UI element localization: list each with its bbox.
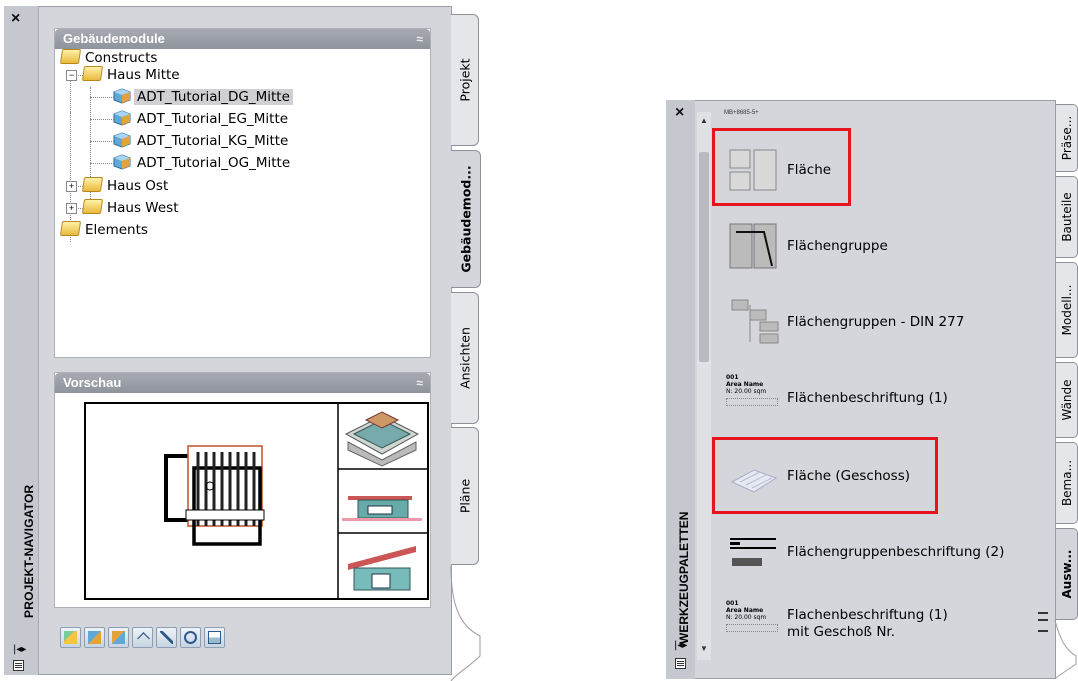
tree-item-eg-mitte[interactable]: ADT_Tutorial_EG_Mitte (113, 109, 291, 129)
area-tag-icon: 001 Area Name N: 20.00 sqm (726, 374, 782, 422)
module-cube-icon (113, 110, 131, 126)
module-cube-icon (113, 132, 131, 148)
modules-header-label: Gebäudemodule (63, 31, 165, 46)
tab-praesentation[interactable]: Präse... (1056, 104, 1078, 172)
palette-title-strip[interactable]: × WERKZEUGPALETTEN |◂▸ (666, 100, 695, 679)
tab-waende[interactable]: Wände (1056, 362, 1078, 438)
select-icon (160, 631, 173, 644)
repath-icon (208, 631, 221, 644)
tree-item-kg-mitte[interactable]: ADT_Tutorial_KG_Mitte (113, 131, 291, 151)
highlight-box-flaeche (712, 128, 851, 206)
navigator-title: PROJEKT-NAVIGATOR (22, 484, 36, 618)
properties-menu-icon[interactable] (13, 660, 24, 671)
tool-item-flaechenbeschriftung[interactable]: 001 Area Name N: 20.00 sqm Flächenbeschr… (724, 370, 1044, 426)
tree-item-haus-mitte[interactable]: Haus Mitte (81, 65, 180, 85)
tab-bauteile[interactable]: Bauteile (1056, 176, 1078, 258)
properties-menu-icon[interactable] (675, 658, 686, 669)
module-cube-icon (113, 154, 131, 170)
tab-gebaeudemodule[interactable]: Gebäudemod... (451, 150, 481, 288)
highlight-box-flaeche-geschoss (712, 437, 938, 514)
panel-corner-edge (450, 566, 481, 681)
tool-item-flaechengruppenbeschriftung[interactable]: Flächengruppenbeschriftung (2) (724, 524, 1044, 580)
module-properties-button[interactable] (108, 627, 129, 648)
refresh-button[interactable] (180, 627, 201, 648)
tab-auswertung[interactable]: Ausw... (1056, 528, 1078, 620)
tool-item-flaechengruppe[interactable]: Flächengruppe (724, 218, 1044, 274)
tab-bemassung[interactable]: Bema... (1056, 442, 1078, 524)
preview-header[interactable]: Vorschau ≈ (55, 373, 430, 393)
area-group-tag-icon (730, 538, 776, 566)
copy-module-icon (88, 631, 101, 644)
navigator-title-strip[interactable]: × PROJEKT-NAVIGATOR |◂▸ (4, 6, 39, 675)
scroll-down-icon[interactable]: ▼ (699, 644, 709, 654)
module-properties-icon (112, 631, 125, 644)
tab-plaene[interactable]: Pläne (451, 427, 479, 565)
tool-item-flaechengruppen-din[interactable]: Flächengruppen - DIN 277 (724, 294, 1044, 350)
collapse-node-icon[interactable]: − (66, 70, 77, 81)
tree-item-haus-west[interactable]: Haus West (81, 198, 179, 218)
tool-item-label: Flachenbeschriftung (1) mit Geschoß Nr. (787, 607, 948, 640)
module-cube-icon (113, 88, 131, 104)
tool-palettes-panel: × WERKZEUGPALETTEN |◂▸ ▲ ▼ MB+8685-5+ Fl… (666, 100, 1078, 679)
tab-ansichten[interactable]: Ansichten (451, 292, 479, 424)
scroll-thumb[interactable] (699, 152, 709, 362)
tool-item-label: Flächengruppenbeschriftung (2) (787, 543, 1005, 560)
module-tree: Constructs − Haus Mitte ADT_Tutorial_DG_… (55, 49, 430, 357)
preview-3d-thumb (344, 411, 420, 467)
tree-item-haus-ost[interactable]: Haus Ost (81, 176, 168, 196)
folder-icon (59, 49, 82, 64)
tree-item-dg-mitte[interactable]: ADT_Tutorial_DG_Mitte (113, 87, 293, 107)
preview-drawing (164, 404, 427, 598)
auto-hide-icon[interactable]: |◂▸ (13, 644, 26, 655)
preview-header-label: Vorschau (63, 375, 122, 390)
tool-item-label: Flächenbeschriftung (1) (787, 389, 948, 406)
scroll-up-icon[interactable]: ▲ (699, 116, 709, 126)
expand-node-icon[interactable]: + (66, 181, 77, 192)
copy-module-button[interactable] (84, 627, 105, 648)
palette-top-label: MB+8685-5+ (724, 110, 759, 116)
link-button[interactable] (132, 627, 153, 648)
folder-icon (81, 177, 104, 192)
tool-item-flaechenbeschriftung-geschoss[interactable]: 001 Area Name N: 20.00 sqm Flachenbeschr… (724, 596, 1044, 652)
area-tag-floor-icon: 001 Area Name N: 20.00 sqm (726, 600, 782, 648)
tree-item-og-mitte[interactable]: ADT_Tutorial_OG_Mitte (113, 153, 293, 173)
preview-viewport[interactable] (84, 402, 429, 600)
collapse-icon[interactable]: ≈ (416, 29, 423, 49)
refresh-icon (184, 631, 197, 644)
tab-overflow-icon[interactable] (1038, 612, 1048, 632)
preview-section-thumb (348, 546, 416, 591)
project-navigator-panel: × PROJEKT-NAVIGATOR |◂▸ Gebäudemodule ≈ … (4, 6, 481, 681)
select-button[interactable] (156, 627, 177, 648)
folder-icon (81, 199, 104, 214)
modules-header[interactable]: Gebäudemodule ≈ (55, 29, 430, 49)
auto-hide-icon[interactable]: |◂▸ (674, 640, 687, 651)
palette-title: WERKZEUGPALETTEN (677, 511, 691, 644)
collapse-icon[interactable]: ≈ (416, 373, 423, 393)
tab-projekt[interactable]: Projekt (451, 14, 479, 146)
link-icon (137, 632, 150, 645)
expand-node-icon[interactable]: + (66, 203, 77, 214)
folder-icon (81, 66, 104, 81)
tree-item-elements[interactable]: Elements (59, 220, 148, 240)
preview-elevation-thumb (342, 496, 422, 521)
modules-section: Gebäudemodule ≈ Constructs − Haus Mitte … (54, 28, 431, 358)
area-group-icon (729, 223, 777, 269)
close-icon[interactable]: × (675, 104, 684, 122)
add-module-icon (64, 631, 77, 644)
repath-button[interactable] (204, 627, 225, 648)
add-module-button[interactable] (60, 627, 81, 648)
palette-corner-edge (1054, 620, 1077, 679)
tab-modell[interactable]: Modell... (1056, 262, 1078, 358)
folder-icon (59, 221, 82, 236)
close-icon[interactable]: × (11, 10, 20, 28)
area-group-tree-icon (731, 299, 779, 344)
tool-item-label: Flächengruppe (787, 237, 888, 254)
tool-item-label: Flächengruppen - DIN 277 (787, 313, 965, 330)
